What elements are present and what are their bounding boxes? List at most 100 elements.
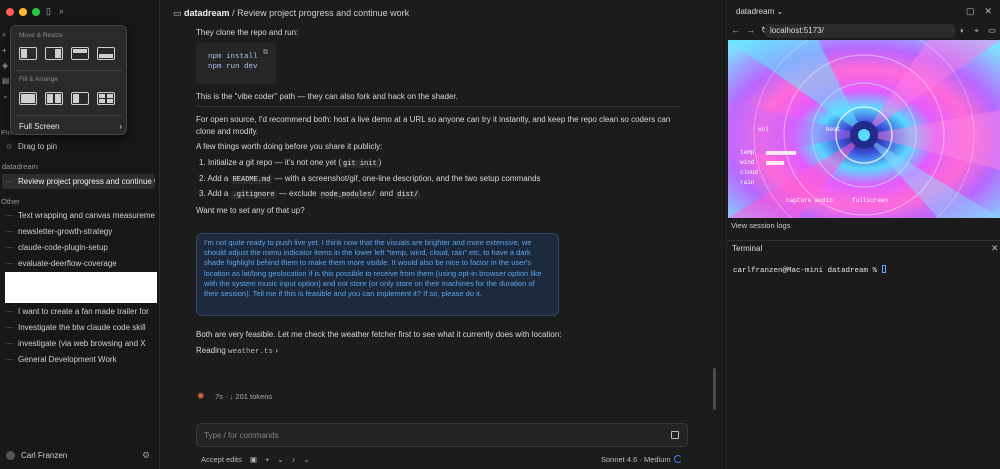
window-controls <box>6 8 40 16</box>
message-text: This is the "vibe coder" path — they can… <box>196 92 458 101</box>
input-placeholder: Type / for commands <box>204 431 279 440</box>
avatar <box>6 451 15 460</box>
breadcrumb-project[interactable]: datadream <box>184 8 230 18</box>
model-selector[interactable]: Sonnet 4.6 · Medium <box>601 455 671 464</box>
chat-input[interactable]: Type / for commands <box>196 423 688 447</box>
fill-icon[interactable] <box>19 92 37 105</box>
dots-icon: ⋯ <box>5 212 13 220</box>
url-input[interactable]: localhost:5173/ <box>765 24 955 38</box>
close-icon[interactable]: ✕ <box>985 6 993 17</box>
viz-label-vol: vol <box>758 126 769 133</box>
copy-icon[interactable]: ⧉ <box>263 49 268 57</box>
divider <box>17 115 122 116</box>
search-icon[interactable]: ⌕ <box>59 6 64 17</box>
list-item: 3. Add a .gitignore — exclude node_modul… <box>199 189 421 199</box>
arrange-split-icon[interactable] <box>71 92 89 105</box>
tile-top-icon[interactable] <box>71 47 89 60</box>
arrange-quad-icon[interactable] <box>97 92 115 105</box>
tile-left-icon[interactable] <box>19 47 37 60</box>
redacted-area <box>5 272 157 303</box>
message-text: They clone the repo and run: <box>196 28 299 37</box>
expand-icon[interactable]: ▭ <box>988 25 996 36</box>
accept-edits-button[interactable]: Accept edits <box>201 455 242 464</box>
project-label: datadream <box>2 162 38 171</box>
dots-icon: ⋯ <box>5 178 13 186</box>
chevron-icon[interactable]: ⌄ <box>2 91 10 100</box>
scrollbar[interactable] <box>713 368 716 410</box>
dots-icon: ⋯ <box>5 324 13 332</box>
viz-label-wind: wind <box>740 159 755 166</box>
full-screen-item[interactable]: Full Screen › <box>19 122 122 131</box>
window-icon[interactable]: ▢ <box>966 6 975 17</box>
progress-spinner-icon <box>674 455 682 463</box>
sidebar-item[interactable]: ⋯ investigate (via web browsing and X <box>2 336 155 351</box>
divider <box>727 240 1000 241</box>
sidebar-item[interactable]: ⋯ Text wrapping and canvas measurement <box>2 208 156 223</box>
sidebar-item[interactable]: ⋯ General Development Work <box>2 352 155 367</box>
tile-bottom-icon[interactable] <box>97 47 115 60</box>
preview-title[interactable]: datadream ⌄ <box>736 7 783 16</box>
chevron-down-icon[interactable]: ⌄ <box>303 455 309 464</box>
sidebar-item[interactable]: ⋯ newsletter-growth-strategy <box>2 224 155 239</box>
message-text: Both are very feasible. Let me check the… <box>196 330 562 339</box>
viz-label-cloud: cloud <box>740 169 759 176</box>
mic-icon[interactable]: ♪ <box>292 455 296 464</box>
dots-icon: ⋯ <box>5 308 13 316</box>
dots-icon: ⋯ <box>5 244 13 252</box>
viz-label-temp: temp <box>740 149 755 156</box>
theme-icon[interactable]: ◐ <box>960 25 965 36</box>
briefcase-icon[interactable]: ▤ <box>2 76 10 85</box>
tool-reading-row[interactable]: Reading weather.ts › <box>196 345 278 358</box>
message-text: A few things worth doing before you shar… <box>196 142 383 151</box>
token-status: 7s · ↓ 201 tokens <box>215 392 273 401</box>
sidebar-item[interactable]: ⋯ Investigate the btw claude code skill <box>2 320 155 335</box>
minimize-window-button[interactable] <box>19 8 27 16</box>
sidebar-item[interactable]: ⋯ evaluate-deerflow-coverage <box>2 256 155 271</box>
sidebar-toggle-icon[interactable]: ▯ <box>46 6 51 17</box>
terminal-title: Terminal <box>732 244 763 253</box>
view-session-logs-link[interactable]: View session logs <box>731 221 790 230</box>
settings-gear-icon[interactable]: ⚙ <box>142 450 150 461</box>
tile-right-icon[interactable] <box>45 47 63 60</box>
message-text: clone and modify. <box>196 127 259 136</box>
temp-bar <box>766 151 796 155</box>
message-text: Want me to set any of that up? <box>196 206 305 215</box>
sidebar-item-active-chat[interactable]: ⋯ Review project progress and continue w… <box>2 174 155 189</box>
list-item: 2. Add a README.md — with a screenshot/g… <box>199 174 541 184</box>
forward-icon[interactable]: → <box>746 25 755 36</box>
close-window-button[interactable] <box>6 8 14 16</box>
fullscreen-button[interactable]: fullscreen <box>852 197 888 204</box>
plus-icon[interactable]: + <box>2 46 10 55</box>
divider <box>17 70 122 71</box>
code-line: npm install <box>208 53 258 61</box>
terminal-prompt[interactable]: carlfranzen@Mac-mini datadream % <box>733 265 886 275</box>
zoom-window-button[interactable] <box>32 8 40 16</box>
code-line: npm run dev <box>208 63 258 71</box>
dots-icon: ⋯ <box>5 228 13 236</box>
fill-arrange-heading: Fill & Arrange <box>19 76 59 83</box>
new-chat-icon[interactable]: ⌕ <box>2 30 10 40</box>
inspect-icon[interactable]: ⌖ <box>974 25 979 36</box>
stop-icon[interactable] <box>671 431 679 439</box>
dots-icon: ⋯ <box>5 356 13 364</box>
sidebar-item[interactable]: ⋯ claude-code-plugin-setup <box>2 240 155 255</box>
close-icon[interactable]: ✕ <box>991 243 999 254</box>
attach-icon[interactable]: ▣ <box>250 455 257 464</box>
breadcrumb-separator: / <box>229 8 238 18</box>
viz-label-rain: rain <box>740 179 755 186</box>
user-profile[interactable]: Carl Franzen <box>6 451 67 460</box>
other-section-label: Other <box>1 197 20 206</box>
back-icon[interactable]: ← <box>731 25 740 36</box>
chevron-down-icon[interactable]: ⌄ <box>277 455 283 464</box>
user-message-bubble: I'm not quite ready to push live yet. I … <box>196 233 559 316</box>
sidebar-item[interactable]: ⋯ I want to create a fan made trailer fo… <box>2 304 155 319</box>
move-resize-menu: Move & Resize Fill & Arrange Full Screen… <box>10 25 127 135</box>
terminal-cursor <box>881 265 886 273</box>
capture-audio-button[interactable]: capture audio <box>786 197 833 204</box>
grid-icon[interactable]: ◈ <box>2 61 10 70</box>
add-icon[interactable]: + <box>265 455 269 464</box>
drag-to-pin: ⊙ Drag to pin <box>6 142 58 151</box>
dots-icon: ⋯ <box>5 340 13 348</box>
arrange-two-icon[interactable] <box>45 92 63 105</box>
spark-icon: ✺ <box>197 391 205 401</box>
